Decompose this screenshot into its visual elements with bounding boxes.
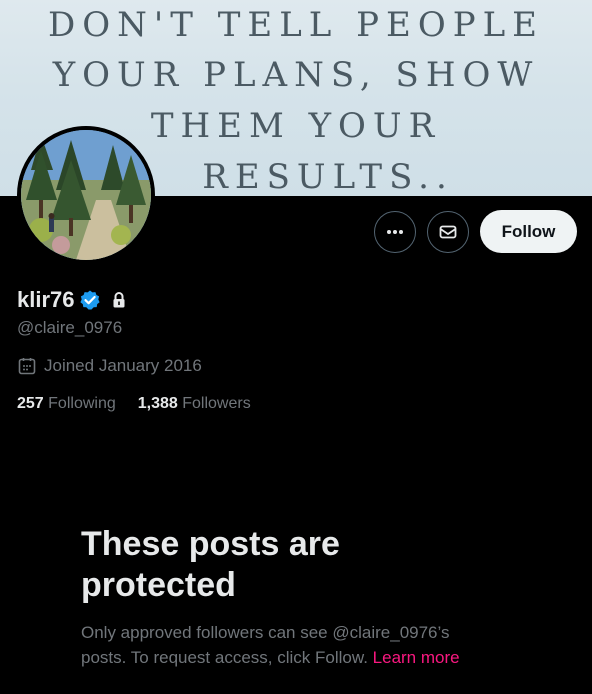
protected-title: These posts are protected bbox=[81, 524, 521, 606]
protected-body-line-1: Only approved followers can see @claire_… bbox=[81, 623, 450, 642]
lock-icon bbox=[113, 292, 124, 308]
profile-name-row: klir76 bbox=[17, 286, 129, 314]
followers-count: 1,388 bbox=[137, 395, 178, 412]
followers-label: Followers bbox=[182, 395, 251, 412]
more-dots-icon bbox=[387, 230, 403, 234]
profile-stats: 257 Following 1,388 Followers bbox=[17, 395, 251, 413]
followers-link[interactable]: 1,388 Followers bbox=[138, 395, 251, 413]
learn-more-link[interactable]: Learn more bbox=[373, 648, 460, 667]
verified-badge-icon[interactable] bbox=[79, 289, 101, 311]
following-count: 257 bbox=[17, 395, 44, 412]
protected-body-line-2: posts. To request access, click Follow. bbox=[81, 648, 368, 667]
protected-title-line-1: These posts are bbox=[81, 525, 340, 563]
protected-title-line-2: protected bbox=[81, 566, 236, 604]
avatar[interactable] bbox=[17, 126, 155, 264]
protected-notice: These posts are protected Only approved … bbox=[81, 524, 521, 670]
banner-text-line-1: DON'T TELL PEOPLE bbox=[47, 5, 545, 45]
banner-text-line-2: YOUR PLANS, SHOW bbox=[52, 55, 540, 95]
calendar-icon bbox=[18, 358, 36, 375]
profile-handle: @claire_0976 bbox=[17, 318, 123, 337]
following-label: Following bbox=[48, 395, 116, 412]
joined-date: Joined January 2016 bbox=[17, 356, 202, 376]
more-options-button[interactable] bbox=[374, 211, 416, 253]
follow-button[interactable]: Follow bbox=[480, 210, 577, 253]
avatar-photo bbox=[21, 130, 151, 260]
envelope-icon bbox=[439, 225, 457, 239]
message-button[interactable] bbox=[427, 211, 469, 253]
display-name: klir76 bbox=[17, 287, 75, 312]
joined-text: Joined January 2016 bbox=[44, 356, 202, 375]
protected-description: Only approved followers can see @claire_… bbox=[81, 620, 521, 670]
following-link[interactable]: 257 Following bbox=[17, 395, 116, 413]
